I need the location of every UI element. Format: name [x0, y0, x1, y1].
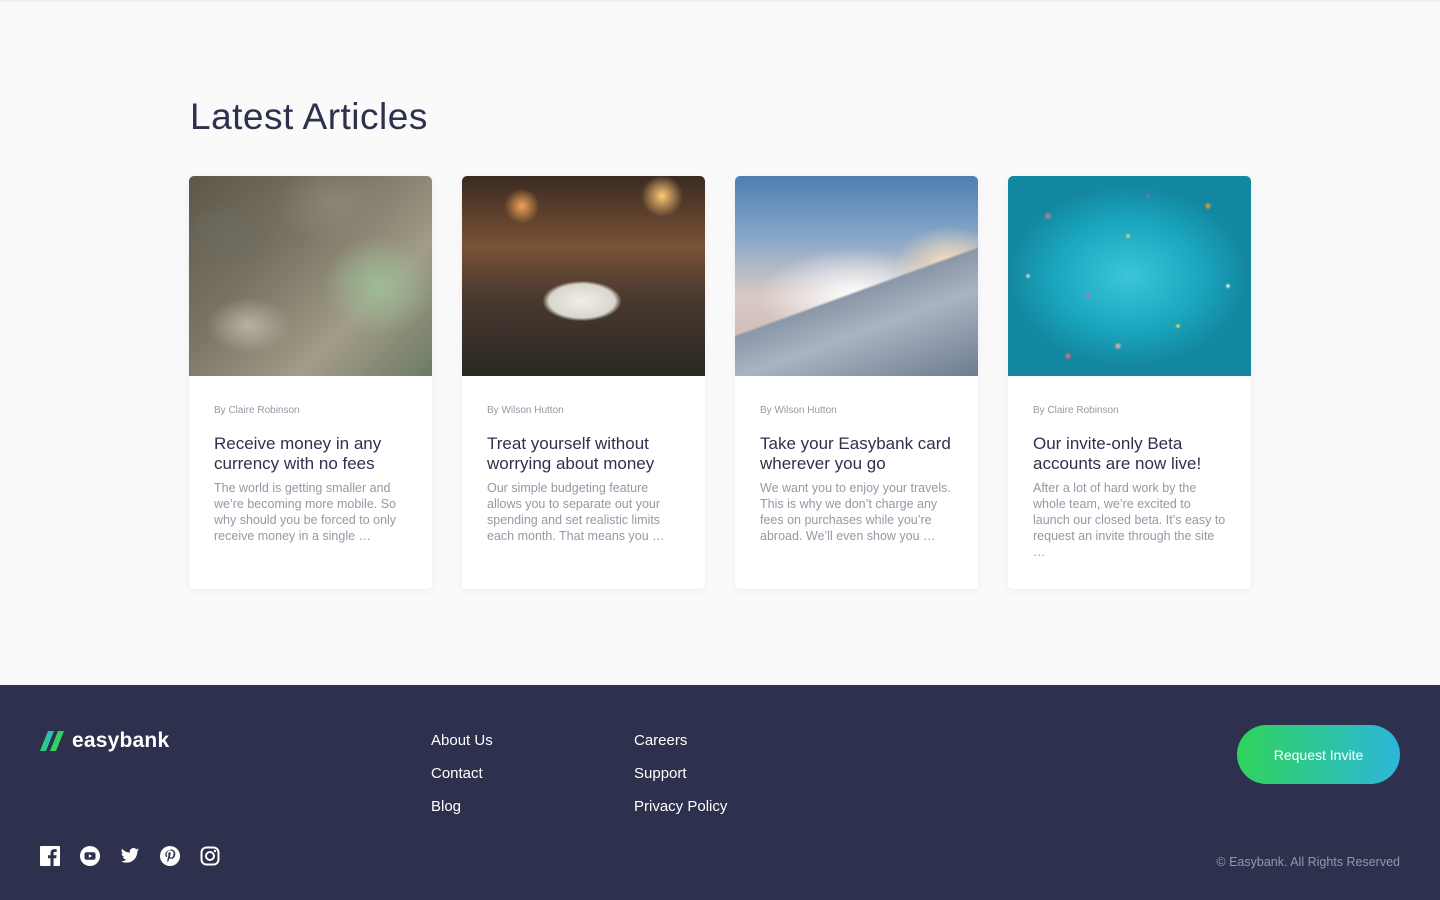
article-title[interactable]: Treat yourself without worrying about mo… [487, 434, 680, 474]
footer-link-about-us[interactable]: About Us [431, 731, 493, 751]
footer-link-privacy-policy[interactable]: Privacy Policy [634, 797, 727, 817]
restaurant-dinner-image [462, 176, 705, 376]
article-author: By Wilson Hutton [487, 405, 564, 416]
logo-text: easybank [72, 729, 170, 752]
article-card[interactable]: By Claire Robinson Receive money in any … [189, 176, 432, 589]
article-title[interactable]: Our invite-only Beta accounts are now li… [1033, 434, 1226, 474]
pinterest-icon[interactable] [160, 846, 180, 866]
article-title[interactable]: Take your Easybank card wherever you go [760, 434, 953, 474]
instagram-icon[interactable] [200, 846, 220, 866]
twitter-icon[interactable] [120, 846, 140, 866]
article-excerpt: Our simple budgeting feature allows you … [487, 481, 665, 543]
article-excerpt: The world is getting smaller and we’re b… [214, 481, 397, 543]
currency-notes-image [189, 176, 432, 376]
easybank-logo[interactable]: easybank [40, 729, 169, 753]
footer-link-contact[interactable]: Contact [431, 764, 493, 784]
section-title: Latest Articles [190, 96, 428, 137]
request-invite-button[interactable]: Request Invite [1237, 725, 1400, 784]
social-links [40, 846, 220, 866]
airplane-wing-image [735, 176, 978, 376]
logo-mark-icon [40, 731, 64, 751]
article-author: By Wilson Hutton [760, 405, 837, 416]
latest-articles-section: Latest Articles By Claire Robinson Recei… [0, 0, 1440, 685]
copyright-text: © Easybank. All Rights Reserved [1216, 855, 1400, 869]
footer-link-careers[interactable]: Careers [634, 731, 727, 751]
article-excerpt: After a lot of hard work by the whole te… [1033, 481, 1226, 559]
article-card[interactable]: By Wilson Hutton Treat yourself without … [462, 176, 705, 589]
article-author: By Claire Robinson [1033, 405, 1119, 416]
footer-links-secondary: Careers Support Privacy Policy [634, 731, 727, 830]
footer-link-blog[interactable]: Blog [431, 797, 493, 817]
article-author: By Claire Robinson [214, 405, 300, 416]
article-excerpt: We want you to enjoy your travels. This … [760, 481, 951, 543]
site-footer: easybank About Us Contact Blog Careers S… [0, 685, 1440, 900]
article-card[interactable]: By Wilson Hutton Take your Easybank card… [735, 176, 978, 589]
facebook-icon[interactable] [40, 846, 60, 866]
footer-link-support[interactable]: Support [634, 764, 727, 784]
confetti-image [1008, 176, 1251, 376]
article-title[interactable]: Receive money in any currency with no fe… [214, 434, 407, 474]
youtube-icon[interactable] [80, 846, 100, 866]
article-card[interactable]: By Claire Robinson Our invite-only Beta … [1008, 176, 1251, 589]
footer-links-primary: About Us Contact Blog [431, 731, 493, 830]
